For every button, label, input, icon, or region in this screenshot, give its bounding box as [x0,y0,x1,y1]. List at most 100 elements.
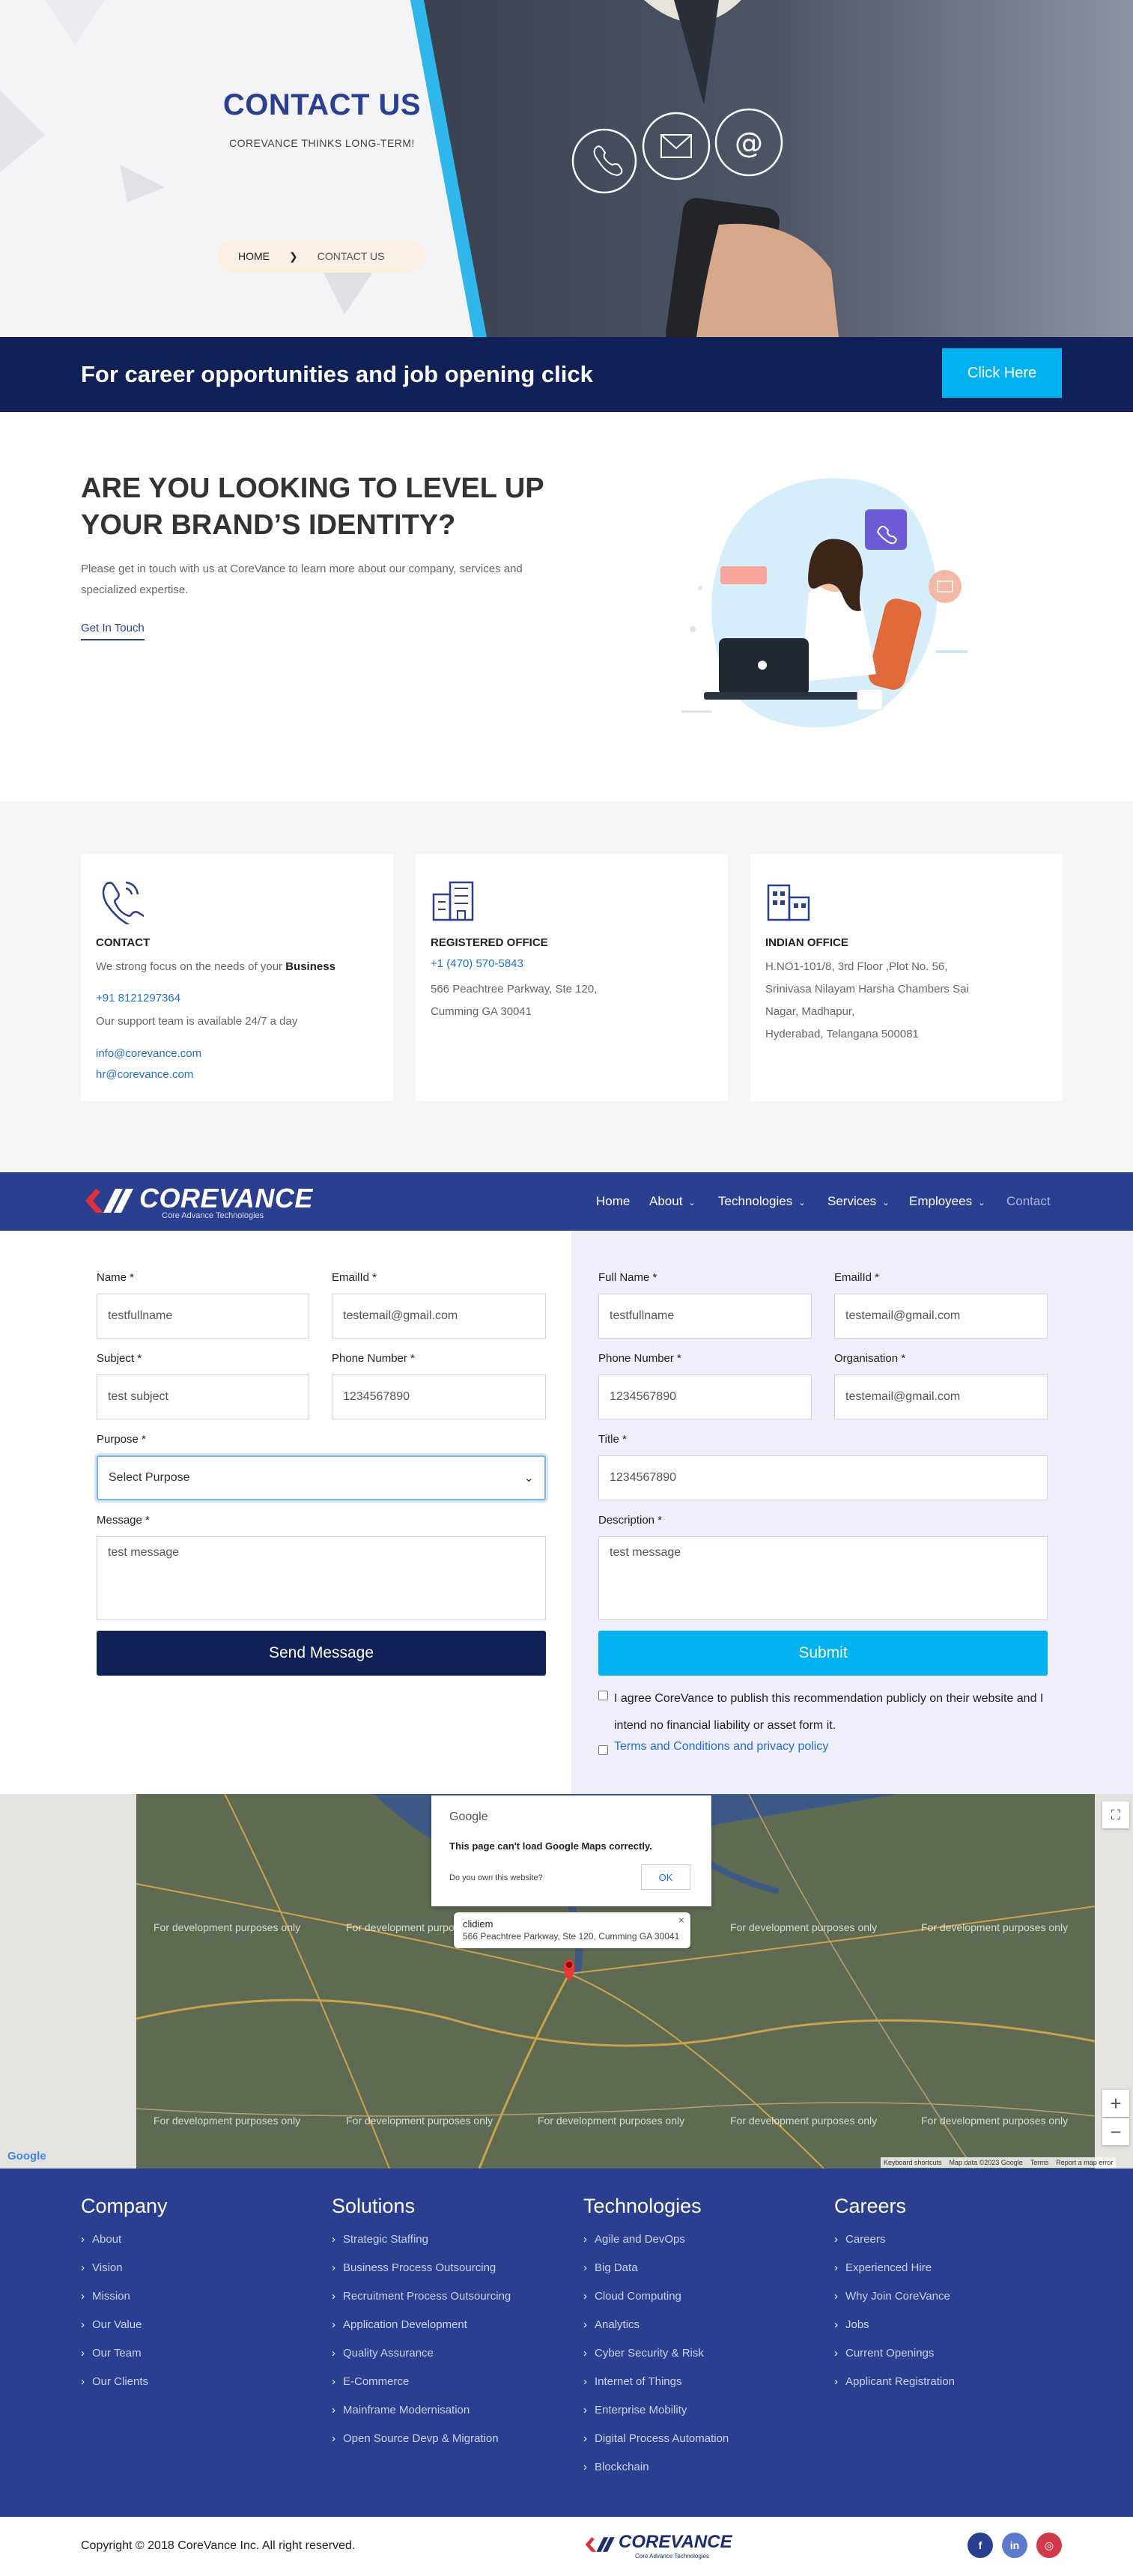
keyboard-shortcuts-link[interactable]: Keyboard shortcuts [884,2159,942,2166]
zoom-out-button[interactable]: − [1102,2118,1129,2145]
map-ok-button[interactable]: OK [641,1864,690,1890]
close-icon[interactable]: × [678,1914,684,1926]
chevron-down-icon: ⌄ [523,1472,534,1485]
organisation-input[interactable]: testemail@gmail.com [834,1375,1048,1419]
message-label: Message * [97,1514,150,1527]
agree-checkbox[interactable] [598,1691,608,1700]
map-info-window: clidiem 566 Peachtree Parkway, Ste 120, … [454,1912,690,1948]
footer-link[interactable]: About [81,2233,121,2246]
footer-link[interactable]: Applicant Registration [834,2375,955,2388]
footer-link[interactable]: Our Team [81,2347,142,2360]
linkedin-icon[interactable]: in [1002,2533,1027,2558]
name-input[interactable]: testfullname [97,1294,309,1339]
phone-icon [102,881,144,924]
footer-link[interactable]: Agile and DevOps [583,2233,685,2246]
email-input[interactable]: testemail@gmail.com [834,1294,1048,1339]
footer-link[interactable]: Quality Assurance [332,2347,434,2360]
footer-link[interactable]: Recruitment Process Outsourcing [332,2290,511,2303]
email-info-link[interactable]: info@corevance.com [96,1047,201,1060]
footer-link[interactable]: Our Clients [81,2375,148,2388]
footer-link[interactable]: Vision [81,2261,123,2274]
instagram-icon[interactable]: ◎ [1036,2533,1062,2558]
title-input[interactable]: 1234567890 [598,1455,1048,1500]
footer-link[interactable]: Mission [81,2290,130,2303]
footer-link[interactable]: Internet of Things [583,2375,681,2388]
hero-photo: @ [0,0,1133,337]
purpose-select[interactable]: Select Purpose ⌄ [97,1455,546,1500]
terms-link[interactable]: Terms and Conditions and privacy policy [614,1740,828,1754]
corevance-logo-mark-icon [85,1189,133,1213]
footer-link[interactable]: Analytics [583,2318,640,2331]
get-in-touch-link[interactable]: Get In Touch [81,622,145,640]
agree-label: I agree CoreVance to publish this recomm… [614,1692,1044,1732]
footer-link[interactable]: Careers [834,2233,885,2246]
email-input[interactable]: testemail@gmail.com [332,1294,546,1339]
footer-link[interactable]: Mainframe Modernisation [332,2404,470,2416]
levelup-heading: ARE YOU LOOKING TO LEVEL UP YOUR BRAND’S… [81,473,544,541]
nav-about[interactable]: About ⌄ [649,1194,696,1209]
nav-home[interactable]: Home [596,1194,630,1209]
registered-address-line: 566 Peachtree Parkway, Ste 120, [431,983,598,995]
description-textarea[interactable]: test message [598,1536,1048,1620]
footer-logo[interactable]: COREVANCE Core Advance Technologies [583,2532,732,2563]
dev-watermark: For development purposes only [730,1921,878,1933]
footer-link[interactable]: Jobs [834,2318,869,2331]
office-building-icon [432,881,474,921]
breadcrumb: HOME ❯ CONTACT US [217,240,425,273]
footer-link[interactable]: Digital Process Automation [583,2432,729,2445]
nav-services[interactable]: Services ⌄ [827,1194,889,1209]
indian-address-line: Hyderabad, Telangana 500081 [765,1028,919,1040]
contact-illustration [681,478,968,728]
subject-input[interactable]: test subject [97,1375,309,1419]
google-logo: Google [449,1810,488,1823]
subject-label: Subject * [97,1352,142,1365]
footer-link[interactable]: Big Data [583,2261,638,2274]
corevance-logo[interactable]: COREVANCE Core Advance Technologies [81,1181,321,1220]
nav-employees[interactable]: Employees ⌄ [909,1194,985,1209]
registered-office-title: REGISTERED OFFICE [431,936,548,949]
footer-link[interactable]: Open Source Devp & Migration [332,2432,499,2445]
map-terms-link[interactable]: Terms [1030,2159,1049,2166]
purpose-selected-value: Select Purpose [109,1471,190,1484]
full-name-input[interactable]: testfullname [598,1294,812,1339]
breadcrumb-home-link[interactable]: HOME [238,250,270,262]
page-title: CONTACT US [222,88,422,121]
footer-link[interactable]: Cloud Computing [583,2290,681,2303]
phone-input[interactable]: 1234567890 [598,1375,812,1419]
footer-link[interactable]: E-Commerce [332,2375,409,2388]
phone-label: Phone Number * [598,1352,681,1365]
registered-phone-link[interactable]: +1 (470) 570-5843 [431,957,523,970]
google-map-logo[interactable]: Google [7,2150,46,2163]
contact-phone-link[interactable]: +91 8121297364 [96,992,180,1004]
nav-contact[interactable]: Contact [1006,1194,1051,1209]
dev-watermark: For development purposes only [921,2115,1069,2127]
fullscreen-icon[interactable]: ⛶ [1102,1801,1129,1828]
footer-logo-tagline: Core Advance Technologies [635,2553,710,2560]
footer-link[interactable]: Business Process Outsourcing [332,2261,496,2274]
footer-link[interactable]: Enterprise Mobility [583,2404,687,2416]
footer-link[interactable]: Our Value [81,2318,142,2331]
footer-link[interactable]: Blockchain [583,2461,649,2473]
footer-link[interactable]: Application Development [332,2318,467,2331]
message-textarea[interactable]: test message [97,1536,546,1620]
indian-office-title: INDIAN OFFICE [765,936,848,949]
footer-link[interactable]: Experienced Hire [834,2261,932,2274]
footer-link[interactable]: Why Join CoreVance [834,2290,950,2303]
report-map-error-link[interactable]: Report a map error [1056,2159,1113,2166]
footer-link[interactable]: Cyber Security & Risk [583,2347,704,2360]
facebook-icon[interactable]: f [968,2533,993,2558]
email-hr-link[interactable]: hr@corevance.com [96,1068,193,1081]
chevron-down-icon: ⌄ [978,1198,985,1207]
footer-solutions-heading: Solutions [332,2195,416,2217]
terms-checkbox[interactable] [598,1745,608,1755]
footer-link[interactable]: Strategic Staffing [332,2233,428,2246]
send-message-button[interactable]: Send Message [97,1631,546,1676]
click-here-button[interactable]: Click Here [942,348,1062,398]
phone-input[interactable]: 1234567890 [332,1375,546,1419]
zoom-in-button[interactable]: + [1102,2090,1129,2117]
registered-office-card: REGISTERED OFFICE +1 (470) 570-5843 566 … [416,854,728,1101]
footer-link[interactable]: Current Openings [834,2347,934,2360]
title-label: Title * [598,1433,627,1446]
submit-button[interactable]: Submit [598,1631,1048,1676]
nav-technologies[interactable]: Technologies ⌄ [718,1194,805,1209]
